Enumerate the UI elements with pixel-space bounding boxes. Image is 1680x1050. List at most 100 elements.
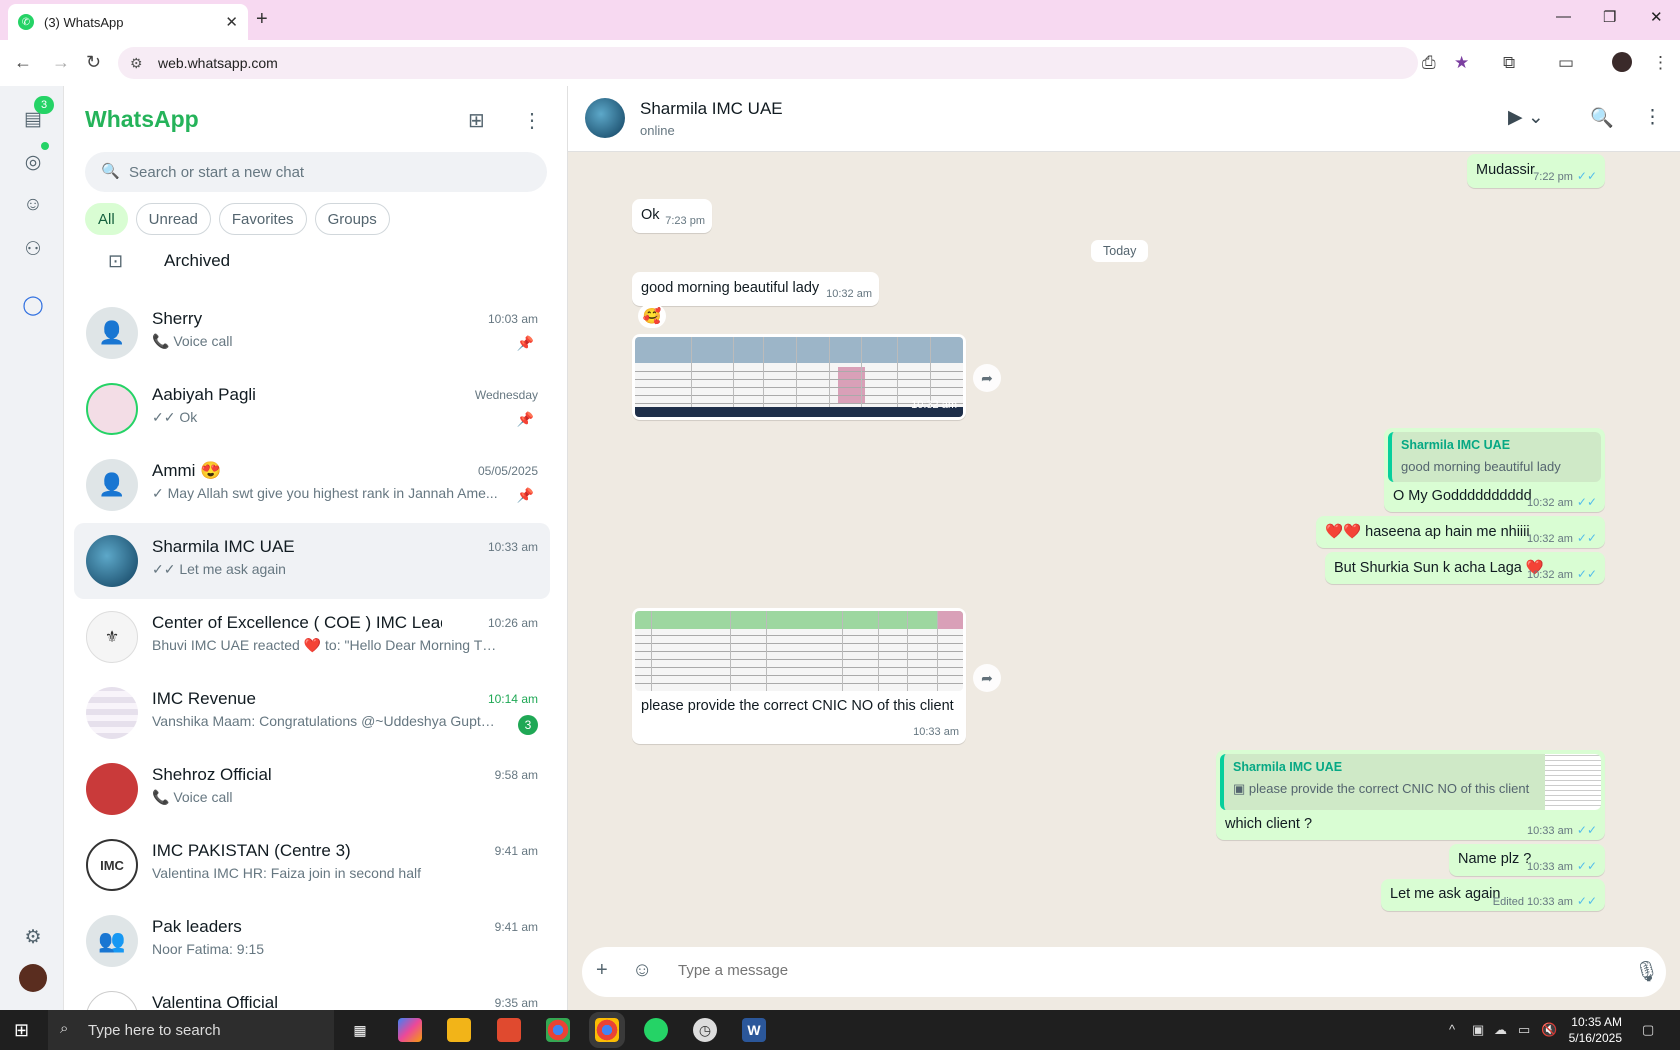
archived-row[interactable]: ⊡ Archived [64, 234, 567, 288]
message-outgoing-reply[interactable]: Sharmila IMC UAE good morning beautiful … [1384, 428, 1605, 512]
contact-avatar[interactable] [585, 98, 625, 138]
tray-chevron-icon[interactable]: ^ [1449, 1022, 1455, 1037]
file-explorer-icon[interactable] [447, 1018, 471, 1042]
archived-label: Archived [164, 251, 231, 270]
site-info-icon[interactable]: ⚙ [130, 55, 143, 72]
maximize-button[interactable]: ❐ [1603, 8, 1616, 26]
chat-time: 9:35 am [494, 996, 538, 1010]
message-outgoing[interactable]: But Shurkia Sun k acha Laga ❤️ 10:32 am ✓… [1325, 552, 1605, 584]
chat-name: Sherry [152, 309, 203, 328]
chat-row[interactable]: 👥 Pak leaders 9:41 am Noor Fatima: 9:15 [74, 903, 550, 979]
message-incoming[interactable]: good morning beautiful lady 10:32 am [632, 272, 879, 306]
chat-preview: ✓✓ Let me ask again [152, 561, 286, 577]
word-icon[interactable]: W [742, 1018, 766, 1042]
chrome-icon[interactable] [546, 1018, 570, 1042]
forward-icon[interactable]: ➦ [973, 664, 1001, 692]
group-avatar: ⚜ [86, 611, 138, 663]
attach-plus-icon[interactable]: + [596, 959, 608, 982]
communities-icon[interactable]: ⚇ [20, 236, 46, 262]
my-profile-avatar[interactable] [19, 964, 47, 992]
network-icon[interactable]: ▭ [1518, 1022, 1530, 1038]
chat-name: Pak leaders [152, 917, 242, 936]
group-avatar [86, 687, 138, 739]
meta-ai-icon[interactable]: ◯ [20, 292, 46, 318]
message-outgoing[interactable]: Mudassir 7:22 pm ✓✓ [1467, 154, 1605, 188]
close-window-button[interactable]: ✕ [1650, 8, 1663, 26]
new-tab-button[interactable]: + [256, 8, 268, 31]
chat-row[interactable]: IMC Revenue 10:14 am Vanshika Maam: Cong… [74, 675, 550, 751]
search-input[interactable]: 🔍 Search or start a new chat [85, 152, 547, 192]
whatsapp-taskbar-icon[interactable] [644, 1018, 668, 1042]
filter-all[interactable]: All [85, 203, 128, 235]
message-incoming[interactable]: Ok 7:23 pm [632, 199, 712, 233]
forward-icon[interactable]: ➦ [973, 364, 1001, 392]
video-call-icon[interactable]: ▶ ⌄ [1508, 106, 1544, 129]
spreadsheet-image[interactable]: 10:32 am [635, 337, 963, 417]
chat-row[interactable]: Aabiyah Pagli Wednesday ✓✓ Ok 📌 [74, 371, 550, 447]
tab-close-icon[interactable]: ✕ [225, 13, 238, 31]
image-message-incoming[interactable]: please provide the correct CNIC NO of th… [632, 608, 966, 744]
image-message-incoming[interactable]: 10:32 am [632, 334, 966, 420]
windows-start-icon[interactable]: ⊞ [14, 1020, 29, 1041]
message-input[interactable] [678, 962, 1558, 979]
chat-preview: ✓ May Allah swt give you highest rank in… [152, 485, 498, 501]
filter-groups[interactable]: Groups [314, 203, 390, 235]
app-brand: WhatsApp [85, 106, 199, 132]
reaction-badge[interactable]: 🥰 [638, 304, 666, 328]
chat-row[interactable]: ⚜ Center of Excellence ( COE ) IMC Leads… [74, 599, 550, 675]
message-outgoing[interactable]: ❤️❤️ haseena ap hain me nhiiii 10:32 am ✓… [1316, 516, 1605, 548]
message-time: 10:32 am ✓✓ [1527, 531, 1597, 545]
menu-icon[interactable]: ⋮ [1643, 106, 1662, 129]
profile-avatar-icon[interactable] [1612, 52, 1632, 72]
new-chat-icon[interactable]: ⊞ [468, 108, 485, 133]
search-icon[interactable]: 🔍 [1590, 106, 1614, 130]
chat-row[interactable]: Valentina Official 9:35 am [74, 979, 550, 1010]
chat-time: Wednesday [474, 388, 538, 402]
chrome-active-icon[interactable] [589, 1012, 625, 1048]
chat-row[interactable]: 👤 Ammi 😍 05/05/2025 ✓ May Allah swt give… [74, 447, 550, 523]
settings-icon[interactable]: ⚙ [20, 924, 46, 950]
taskbar-clock[interactable]: 10:35 AM 5/16/2025 [1569, 1014, 1622, 1046]
conversation-header[interactable]: Sharmila IMC UAE online ▶ ⌄ 🔍 ⋮ [568, 86, 1680, 152]
reload-icon[interactable]: ↻ [86, 52, 101, 73]
filter-favorites[interactable]: Favorites [218, 203, 307, 235]
message-time: 10:32 am [911, 399, 957, 411]
chat-row[interactable]: Shehroz Official 9:58 am 📞 Voice call [74, 751, 550, 827]
microphone-icon[interactable]: 🎙 [1634, 959, 1659, 984]
minimize-button[interactable]: — [1556, 8, 1571, 25]
copilot-icon[interactable] [398, 1018, 422, 1042]
emoji-sticker-icon[interactable]: ☺ [632, 959, 652, 982]
menu-icon[interactable]: ⋮ [522, 108, 542, 133]
bookmark-star-icon[interactable]: ★ [1454, 53, 1469, 73]
message-outgoing[interactable]: Name plz ? 10:33 am ✓✓ [1449, 844, 1605, 876]
spreadsheet-image[interactable] [635, 611, 963, 691]
quoted-message[interactable]: Sharmila IMC UAE ▣ please provide the co… [1220, 754, 1601, 810]
tab-whatsapp[interactable]: ✆ (3) WhatsApp ✕ [8, 4, 248, 40]
install-app-icon[interactable]: ⎙ [1422, 53, 1436, 73]
clock-app-icon[interactable]: ◷ [693, 1018, 717, 1042]
taskbar-search-input[interactable]: ⌕ Type here to search [48, 1010, 334, 1050]
chat-name: Shehroz Official [152, 765, 272, 784]
forward-icon[interactable]: → [52, 52, 70, 73]
url-field[interactable]: ⚙ web.whatsapp.com [118, 47, 1418, 79]
cast-icon[interactable]: ▭ [1558, 53, 1574, 73]
app-icon[interactable] [497, 1018, 521, 1042]
read-ticks-icon: ✓✓ [1576, 894, 1597, 908]
onedrive-icon[interactable]: ☁ [1494, 1022, 1507, 1038]
quoted-message[interactable]: Sharmila IMC UAE good morning beautiful … [1388, 432, 1601, 482]
notifications-icon[interactable]: ▢ [1642, 1022, 1654, 1038]
back-icon[interactable]: ← [14, 52, 32, 73]
volume-muted-icon[interactable]: 🔇 [1541, 1022, 1557, 1038]
filter-unread[interactable]: Unread [135, 203, 211, 235]
task-view-icon[interactable]: ▦ [348, 1018, 372, 1042]
message-outgoing-reply[interactable]: Sharmila IMC UAE ▣ please provide the co… [1216, 750, 1605, 840]
extensions-icon[interactable]: ⧉ [1503, 53, 1515, 73]
chat-row[interactable]: 👤 Sherry 10:03 am 📞 Voice call 📌 [74, 295, 550, 371]
browser-menu-icon[interactable]: ⋮ [1652, 53, 1669, 73]
chat-row-selected[interactable]: Sharmila IMC UAE 10:33 am ✓✓ Let me ask … [74, 523, 550, 599]
tray-app-icon[interactable]: ▣ [1472, 1022, 1484, 1038]
status-icon[interactable]: ◎ [20, 149, 46, 175]
chat-row[interactable]: IMC IMC PAKISTAN (Centre 3) 9:41 am Vale… [74, 827, 550, 903]
message-outgoing[interactable]: Let me ask again Edited 10:33 am ✓✓ [1381, 879, 1605, 911]
channels-icon[interactable]: ☺ [20, 192, 46, 218]
